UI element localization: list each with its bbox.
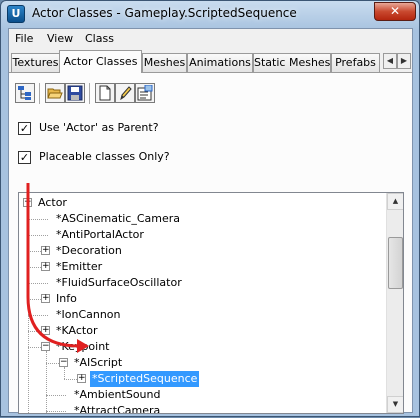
menu-class[interactable]: Class: [85, 32, 114, 45]
tree-node[interactable]: + Info: [19, 291, 379, 307]
tree-node[interactable]: − Actor: [19, 195, 379, 211]
tree-node-label[interactable]: Info: [54, 291, 79, 307]
tab-prefabs[interactable]: Prefabs: [331, 53, 380, 72]
title-bar[interactable]: U Actor Classes - Gameplay.ScriptedSeque…: [1, 1, 419, 27]
tree-node-label[interactable]: *AntiPortalActor: [54, 227, 146, 243]
tab-scroll-right-button[interactable]: ▶: [397, 53, 411, 69]
use-actor-parent-checkbox[interactable]: ✓: [18, 122, 31, 135]
tab-actor-classes[interactable]: Actor Classes: [59, 50, 142, 73]
menu-file[interactable]: File: [15, 32, 33, 45]
tree-node-label[interactable]: *Emitter: [54, 259, 104, 275]
scroll-up-button[interactable]: ▲: [387, 193, 403, 210]
expand-icon[interactable]: +: [41, 326, 50, 335]
tab-scroll-left-button[interactable]: ◀: [383, 53, 397, 69]
tree-connector: [28, 331, 41, 332]
tree-node[interactable]: − *Keypoint: [19, 339, 379, 355]
tree-node[interactable]: *FluidSurfaceOscillator: [19, 275, 379, 291]
tree-connector: [46, 411, 66, 412]
expand-icon[interactable]: +: [41, 262, 50, 271]
tree-connector: [28, 315, 48, 316]
tree-node-label[interactable]: *AttractCamera: [72, 403, 162, 413]
tab-animations[interactable]: Animations: [187, 53, 253, 72]
tree-connector: [28, 219, 48, 220]
tree-node[interactable]: *ASCinematic_Camera: [19, 211, 379, 227]
tree-node[interactable]: *AmbientSound: [19, 387, 379, 403]
tree-node-selected[interactable]: + *ScriptedSequence: [19, 370, 379, 388]
tree-connector: [64, 379, 77, 380]
tree-node[interactable]: *AntiPortalActor: [19, 227, 379, 243]
new-class-button[interactable]: [95, 83, 115, 103]
tree-connector: [46, 395, 66, 396]
tree-node[interactable]: *AttractCamera: [19, 403, 379, 413]
unreal-app-icon: U: [7, 5, 25, 23]
new-document-icon: [99, 85, 111, 101]
actor-classes-window: U Actor Classes - Gameplay.ScriptedSeque…: [0, 0, 420, 417]
class-tree[interactable]: − Actor *ASCinematic_Camera *AntiPortalActo…: [18, 192, 404, 414]
tab-meshes[interactable]: Meshes: [142, 53, 187, 72]
scroll-down-button[interactable]: ▼: [387, 396, 403, 413]
tree-connector: [46, 363, 59, 364]
tree-connector: [28, 251, 41, 252]
tree-node-label[interactable]: *KActor: [54, 323, 99, 339]
placeable-only-checkbox[interactable]: ✓: [18, 151, 31, 164]
tree-node-label[interactable]: *ASCinematic_Camera: [54, 211, 182, 227]
default-properties-button[interactable]: [135, 83, 155, 103]
toolbar-separator: [89, 83, 90, 104]
tree-connector: [28, 347, 41, 348]
scroll-thumb[interactable]: [388, 237, 403, 289]
tree-node[interactable]: + *Decoration: [19, 243, 379, 259]
menu-view[interactable]: View: [47, 32, 73, 45]
tree-node-label[interactable]: *ScriptedSequence: [88, 370, 201, 388]
tree-node-label[interactable]: *Decoration: [54, 243, 124, 259]
window-client-area: File View Class Textures Actor Classes M…: [8, 28, 413, 414]
tree-node-label[interactable]: *FluidSurfaceOscillator: [54, 275, 184, 291]
tree-node-label[interactable]: *Keypoint: [54, 339, 112, 355]
tree-guide-line: [46, 351, 47, 413]
tree-node-label[interactable]: *AIScript: [72, 355, 124, 371]
actor-classes-panel: ✓ Use 'Actor' as Parent? ✓ Placeable cla…: [9, 72, 412, 414]
expand-icon[interactable]: +: [77, 374, 86, 383]
tree-connector: [28, 283, 48, 284]
tab-textures[interactable]: Textures: [11, 53, 60, 72]
expand-icon[interactable]: +: [41, 246, 50, 255]
open-folder-icon: [47, 88, 63, 99]
tree-node-label[interactable]: Actor: [36, 195, 69, 211]
tree-connector: [28, 299, 41, 300]
class-tree-button[interactable]: [15, 83, 35, 103]
tree-node-label[interactable]: *IonCannon: [54, 307, 123, 323]
tree-node[interactable]: *IonCannon: [19, 307, 379, 323]
tree-guide-line: [28, 207, 29, 413]
edit-script-button[interactable]: [115, 83, 135, 103]
save-disk-icon: [67, 85, 83, 101]
save-package-button[interactable]: [65, 83, 85, 103]
properties-icon: [137, 85, 153, 101]
open-package-button[interactable]: [45, 83, 65, 103]
tab-static-meshes[interactable]: Static Meshes: [253, 53, 331, 72]
collapse-icon[interactable]: −: [41, 342, 50, 351]
browser-tabs: Textures Actor Classes Meshes Animations…: [9, 50, 412, 73]
toolbar-separator: [39, 83, 40, 104]
tree-connector: [28, 267, 41, 268]
tree-node[interactable]: + *Emitter: [19, 259, 379, 275]
edit-pencil-icon: [120, 86, 132, 101]
tree-guide-line: [64, 367, 65, 379]
tree-scrollbar[interactable]: ▲ ▼: [386, 193, 403, 413]
expand-icon[interactable]: +: [41, 294, 50, 303]
use-actor-parent-label: Use 'Actor' as Parent?: [39, 121, 159, 134]
tree-node-label[interactable]: *AmbientSound: [72, 387, 162, 403]
placeable-only-label: Placeable classes Only?: [39, 150, 170, 163]
menu-bar: File View Class: [9, 29, 412, 48]
collapse-icon[interactable]: −: [59, 358, 68, 367]
tree-node[interactable]: + *KActor: [19, 323, 379, 339]
window-title: Actor Classes - Gameplay.ScriptedSequenc…: [32, 6, 297, 20]
close-button[interactable]: ✕: [374, 2, 416, 21]
class-tree-icon: [18, 86, 31, 100]
tree-connector: [28, 235, 48, 236]
tree-node[interactable]: − *AIScript: [19, 355, 379, 371]
collapse-icon[interactable]: −: [23, 198, 32, 207]
